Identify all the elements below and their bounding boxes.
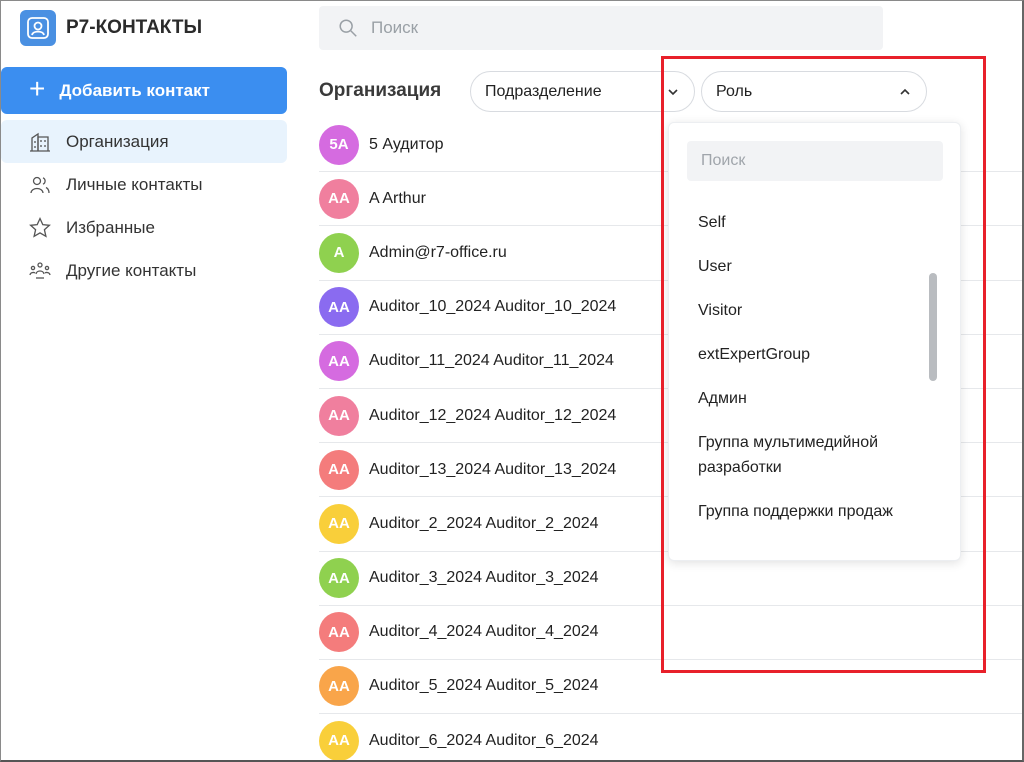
search-input[interactable] <box>371 18 851 38</box>
chevron-down-icon <box>668 88 678 95</box>
contact-name: Auditor_12_2024 Auditor_12_2024 <box>369 406 617 424</box>
role-option[interactable]: Группа мультимедийной разработки <box>698 421 938 490</box>
building-icon <box>30 132 50 152</box>
contact-row[interactable]: AA Auditor_6_2024 Auditor_6_2024 <box>319 714 1024 762</box>
role-option[interactable]: Self <box>698 201 938 245</box>
app-title: Р7-КОНТАКТЫ <box>66 17 203 38</box>
sidebar-item-label: Другие контакты <box>66 260 197 280</box>
search-icon <box>339 19 357 37</box>
contact-book-icon <box>20 10 56 46</box>
avatar: AA <box>319 178 359 219</box>
avatar: AA <box>319 720 359 761</box>
sidebar-nav: Организация Личные контакты Избранные Др… <box>1 120 287 292</box>
avatar: AA <box>319 395 359 436</box>
role-dropdown: SelfUserVisitorextExpertGroupАдминГруппа… <box>668 122 961 561</box>
contact-row[interactable]: AA Auditor_5_2024 Auditor_5_2024 <box>319 660 1024 715</box>
avatar: A <box>319 232 359 273</box>
avatar: 5А <box>319 124 359 165</box>
contact-name: 5 Аудитор <box>369 135 444 153</box>
role-option[interactable]: Visitor <box>698 289 938 333</box>
app-logo[interactable]: Р7-КОНТАКТЫ <box>20 10 202 46</box>
contact-name: Auditor_3_2024 Auditor_3_2024 <box>369 569 599 587</box>
avatar: AA <box>319 341 359 382</box>
page-title: Организация <box>319 80 442 101</box>
add-contact-label: Добавить контакт <box>59 80 210 100</box>
sidebar-item-other-contacts[interactable]: Другие контакты <box>1 249 287 292</box>
role-option[interactable]: extExpertGroup <box>698 333 938 377</box>
dropdown-scrollbar[interactable] <box>929 273 937 381</box>
contact-row[interactable]: AA Auditor_4_2024 Auditor_4_2024 <box>319 606 1024 660</box>
role-options-list: Self User Visitor extExpertGroup Админ Группа… <box>698 201 938 534</box>
sidebar-item-label: Избранные <box>66 217 155 237</box>
sidebar-item-label: Личные контакты <box>66 174 203 194</box>
contact-name: Auditor_6_2024 Auditor_6_2024 <box>369 731 599 749</box>
chevron-up-icon <box>900 88 910 95</box>
role-filter[interactable]: Роль <box>701 71 927 112</box>
star-icon <box>29 216 51 238</box>
avatar: AA <box>319 287 359 328</box>
contact-name: Auditor_10_2024 Auditor_10_2024 <box>369 298 617 316</box>
contact-name: Auditor_4_2024 Auditor_4_2024 <box>369 623 599 641</box>
contact-name: A Arthur <box>369 189 426 207</box>
contact-name: Admin@r7-office.ru <box>369 243 507 261</box>
avatar: AA <box>319 612 359 653</box>
avatar: AA <box>319 666 359 707</box>
contact-name: Auditor_2_2024 Auditor_2_2024 <box>369 514 599 532</box>
sidebar-item-label: Организация <box>66 131 169 151</box>
group-icon <box>29 261 51 279</box>
avatar: AA <box>319 503 359 544</box>
role-option[interactable]: Группа поддержки продаж <box>698 490 938 534</box>
subdivision-filter-label: Подразделение <box>485 82 602 100</box>
subdivision-filter[interactable]: Подразделение <box>470 71 695 112</box>
contact-name: Auditor_11_2024 Auditor_11_2024 <box>369 352 614 370</box>
sidebar-item-organization[interactable]: Организация <box>1 120 287 163</box>
add-contact-button[interactable]: + Добавить контакт <box>1 67 287 114</box>
role-filter-label: Роль <box>716 82 753 100</box>
search-bar[interactable] <box>319 6 883 50</box>
sidebar-item-favorites[interactable]: Избранные <box>1 206 287 249</box>
role-option[interactable]: Админ <box>698 377 938 421</box>
role-option[interactable]: User <box>698 245 938 289</box>
avatar: AA <box>319 449 359 490</box>
users-icon <box>30 176 50 193</box>
contact-name: Auditor_13_2024 Auditor_13_2024 <box>369 460 617 478</box>
plus-icon: + <box>29 73 46 104</box>
role-search-input[interactable] <box>687 141 943 181</box>
contact-name: Auditor_5_2024 Auditor_5_2024 <box>369 677 599 695</box>
avatar: AA <box>319 558 359 599</box>
sidebar-item-personal-contacts[interactable]: Личные контакты <box>1 163 287 206</box>
